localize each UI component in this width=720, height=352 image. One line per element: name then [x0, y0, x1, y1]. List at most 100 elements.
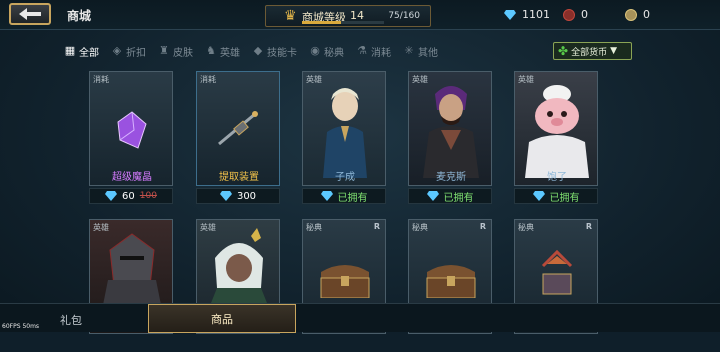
- item-price: 60 100: [89, 188, 173, 204]
- card-icon: ◆: [253, 44, 263, 57]
- owned-label: 已拥有: [337, 192, 368, 204]
- diamond-balance: 1101: [504, 8, 550, 21]
- fps-value: 60FPS: [2, 323, 21, 330]
- filter-label: 秘典: [324, 47, 344, 59]
- filter-skill-card[interactable]: ◆ 技能卡: [252, 42, 297, 60]
- book-icon: ◉: [310, 44, 320, 57]
- shop-item-codex-chest-2[interactable]: 秘典 R: [408, 219, 492, 352]
- shop-item-hero-max[interactable]: 英雄 麦克斯 已拥有: [408, 71, 492, 204]
- item-frame: 消耗 超级魔晶: [89, 71, 173, 186]
- hero-icon: ♞: [206, 44, 216, 57]
- item-price: 300: [196, 188, 280, 204]
- item-tag: 秘典: [412, 223, 428, 232]
- item-frame: 英雄 饱了: [514, 71, 598, 186]
- price-value: 300: [236, 190, 257, 202]
- shop-item-super-crystal[interactable]: 消耗 超级魔晶 60 100: [89, 71, 173, 204]
- currency-filter-dropdown[interactable]: ✤ 全部货币 ▼: [553, 42, 632, 60]
- hero-portrait-zicheng: [323, 88, 367, 178]
- shop-level-fill: [302, 21, 341, 24]
- rarity-badge: R: [585, 222, 592, 231]
- sparkle-icon: ✳: [404, 44, 414, 57]
- filter-label: 英雄: [220, 47, 240, 59]
- bottom-tab-bar: 礼包 商品 60FPS 50ms: [0, 303, 720, 333]
- tab-gift-pack[interactable]: 礼包: [60, 312, 82, 328]
- filter-discount[interactable]: ◈ 折扣: [111, 42, 146, 60]
- shop-level-panel: ♛ 商城等级 14 75/160: [265, 5, 431, 27]
- diamond-icon: [426, 191, 439, 201]
- item-name: 麦克斯: [436, 172, 466, 183]
- purple-crystal-icon: [117, 111, 147, 149]
- filter-other[interactable]: ✳ 其他: [403, 42, 438, 60]
- filter-consumable[interactable]: ⚗ 消耗: [356, 42, 391, 60]
- item-name: 饱了: [547, 172, 567, 183]
- crown-icon: ♛: [284, 8, 297, 24]
- extractor-device-icon: [218, 111, 258, 146]
- ping-value: 50ms: [22, 323, 40, 330]
- item-price: 已拥有: [514, 188, 598, 204]
- item-frame: 消耗 提取装置: [196, 71, 280, 186]
- shop-item-codex-box[interactable]: 秘典 R: [514, 219, 598, 352]
- filter-codex[interactable]: ◉ 秘典: [309, 42, 344, 60]
- filter-all[interactable]: ▦ 全部: [64, 42, 99, 60]
- tab-goods-label: 商品: [211, 312, 233, 326]
- hero-portrait-baole: [525, 85, 589, 178]
- gold-coin-balance: 0: [625, 8, 650, 21]
- potion-icon: ⚗: [357, 44, 367, 57]
- old-price: 100: [139, 191, 157, 201]
- rarity-badge: R: [479, 222, 486, 231]
- item-name: 提取装置: [219, 172, 259, 183]
- top-bar: 商城 ♛ 商城等级 14 75/160 1101 0 0: [0, 0, 720, 30]
- fps-counter: 60FPS 50ms: [2, 323, 39, 330]
- treasure-chest-icon: [426, 265, 476, 298]
- shop-level-bar: [302, 21, 384, 24]
- diamond-count: 1101: [522, 8, 550, 21]
- filter-skin[interactable]: ♜ 皮肤: [158, 42, 193, 60]
- shop-level-progress: 75/160: [388, 11, 420, 21]
- item-tag: 秘典: [518, 223, 534, 232]
- diamond-icon: [219, 191, 232, 201]
- item-tag: 消耗: [200, 75, 216, 84]
- treasure-chest-icon: [320, 265, 370, 298]
- hero-portrait-knight: [102, 233, 162, 310]
- shop-item-hero-zicheng[interactable]: 英雄 子成 已拥有: [302, 71, 386, 204]
- clover-icon: ✤: [558, 44, 569, 58]
- hero-portrait-silver-hair: [209, 228, 269, 308]
- hero-portrait-max: [423, 86, 479, 178]
- item-frame: 英雄 子成: [302, 71, 386, 186]
- currency-filter-label: 全部货币: [571, 47, 608, 58]
- chevron-down-icon: ▼: [610, 46, 617, 56]
- tag-icon: ◈: [112, 44, 122, 57]
- back-arrow-icon: [19, 8, 41, 20]
- filter-label: 其他: [418, 47, 438, 59]
- item-tag: 消耗: [93, 75, 109, 84]
- diamond-icon: [532, 191, 545, 201]
- item-name: 子成: [335, 172, 355, 183]
- shirt-icon: ♜: [159, 44, 169, 57]
- category-filters: ▦ 全部 ◈ 折扣 ♜ 皮肤 ♞ 英雄 ◆ 技能卡 ◉ 秘典 ⚗ 消耗 ✳ 其他: [64, 42, 450, 60]
- owned-label: 已拥有: [443, 192, 474, 204]
- filter-label: 技能卡: [267, 47, 297, 59]
- item-name: 超级魔晶: [112, 172, 152, 183]
- shop-item-extractor[interactable]: 消耗 提取装置 300: [196, 71, 280, 204]
- back-button[interactable]: [9, 3, 51, 25]
- crimson-coin-icon: [563, 8, 575, 21]
- filter-hero[interactable]: ♞ 英雄: [205, 42, 240, 60]
- filter-label: 折扣: [126, 47, 146, 59]
- rarity-badge: R: [373, 222, 380, 231]
- gold-coin-count: 0: [643, 8, 650, 21]
- filter-label: 消耗: [371, 47, 391, 59]
- crimson-coin-balance: 0: [563, 8, 588, 21]
- item-frame: 英雄 麦克斯: [408, 71, 492, 186]
- shop-item-codex-chest-1[interactable]: 秘典 R: [302, 219, 386, 352]
- tab-goods[interactable]: 商品: [148, 304, 296, 333]
- price-value: 60: [122, 190, 135, 202]
- page-title: 商城: [67, 9, 92, 23]
- shop-screen: 商城 ♛ 商城等级 14 75/160 1101 0 0 ▦ 全部 ◈ 折扣 ♜ 皮肤…: [0, 0, 720, 334]
- crimson-coin-count: 0: [581, 8, 588, 21]
- item-price: 已拥有: [408, 188, 492, 204]
- shop-item-hero-baole[interactable]: 英雄 饱了 已拥有: [514, 71, 598, 204]
- ornate-box-icon: [541, 250, 573, 295]
- grid-icon: ▦: [64, 44, 76, 57]
- item-price: 已拥有: [302, 188, 386, 204]
- filter-label: 皮肤: [173, 47, 193, 59]
